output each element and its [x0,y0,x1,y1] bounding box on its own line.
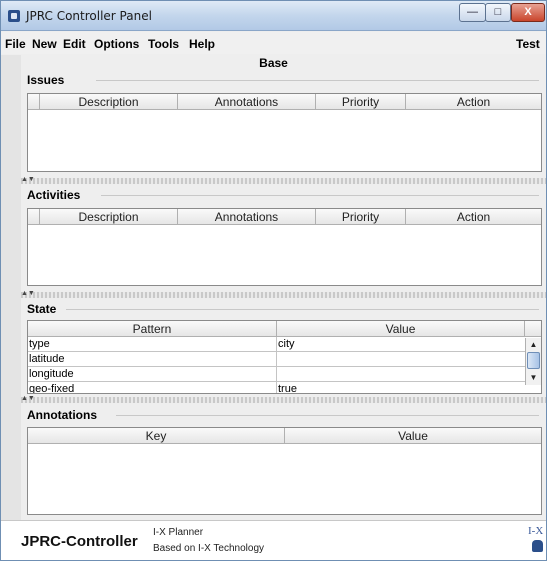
col-action[interactable]: Action [406,209,541,225]
maximize-button[interactable]: □ [485,3,511,22]
menu-tools[interactable]: Tools [148,37,179,51]
menu-help[interactable]: Help [189,37,215,51]
base-label: Base [259,56,288,70]
col-value[interactable]: Value [277,321,525,337]
cell-value[interactable] [277,367,525,382]
col-action[interactable]: Action [406,94,541,110]
left-strip [1,55,21,520]
table-row[interactable]: latitude [28,352,541,367]
activities-table[interactable]: Description Annotations Priority Action [27,208,542,286]
app-icon [8,10,20,22]
minimize-button[interactable]: — [459,3,486,22]
state-title: State [27,302,60,316]
col-key[interactable]: Key [28,428,285,444]
annotations-title: Annotations [27,408,100,422]
annotations-table[interactable]: Key Value [27,427,542,515]
cell-pattern[interactable]: type [28,337,277,352]
table-row[interactable]: geo-fixed true [28,382,541,393]
menu-test[interactable]: Test [516,37,540,51]
state-scrollbar[interactable]: ▲ ▼ [525,338,541,385]
menu-new[interactable]: New [32,37,57,51]
splitter-activities-state[interactable]: ▲▼ [21,290,546,298]
cell-value[interactable]: city [277,337,525,352]
issues-title: Issues [27,73,68,87]
col-description[interactable]: Description [40,94,178,110]
table-row[interactable]: longitude [28,367,541,382]
footer-based-on: Based on I-X Technology [153,543,265,554]
activities-title: Activities [27,188,84,202]
annotations-table-header: Key Value [28,428,541,444]
annotations-section: Annotations Key Value [21,408,543,518]
footer: JPRC-Controller I-X Planner Based on I-X… [1,520,546,560]
split-arrows-icon[interactable]: ▲▼ [21,290,35,298]
state-section: State Pattern Value type city latitude l… [21,302,543,394]
cell-pattern[interactable]: geo-fixed [28,382,277,393]
scroll-thumb[interactable] [527,352,540,369]
menu-options[interactable]: Options [94,37,139,51]
footer-planner: I-X Planner [153,527,204,538]
split-arrows-icon[interactable]: ▲▼ [21,176,35,184]
ix-logo-text: I-X [528,525,544,537]
col-value[interactable]: Value [285,428,541,444]
menu-file[interactable]: File [5,37,26,51]
issues-section: Issues Description Annotations Priority … [21,73,543,177]
col-annotations[interactable]: Annotations [178,209,316,225]
scroll-up-icon[interactable]: ▲ [527,339,540,351]
col-description[interactable]: Description [40,209,178,225]
controller-window: JPRC Controller Panel — □ X File New Edi… [0,0,547,561]
split-arrows-icon[interactable]: ▲▼ [21,395,35,403]
scroll-down-icon[interactable]: ▼ [527,372,540,384]
cell-pattern[interactable]: longitude [28,367,277,382]
ix-logo-icon [532,540,543,552]
cell-value[interactable] [277,352,525,367]
table-row[interactable]: type city [28,337,541,352]
col-annotations[interactable]: Annotations [178,94,316,110]
window-title: JPRC Controller Panel [26,9,152,23]
splitter-state-annotations[interactable]: ▲▼ [21,395,546,403]
activities-section: Activities Description Annotations Prior… [21,188,543,292]
col-pattern[interactable]: Pattern [28,321,277,337]
issues-table[interactable]: Description Annotations Priority Action [27,93,542,172]
title-bar[interactable]: JPRC Controller Panel — □ X [1,1,546,31]
footer-app-name: JPRC-Controller [21,533,138,550]
cell-value[interactable]: true [277,382,525,393]
cell-pattern[interactable]: latitude [28,352,277,367]
col-priority[interactable]: Priority [316,94,406,110]
col-priority[interactable]: Priority [316,209,406,225]
activities-table-header: Description Annotations Priority Action [28,209,541,225]
state-table-header: Pattern Value [28,321,541,337]
close-button[interactable]: X [511,3,545,22]
menu-edit[interactable]: Edit [63,37,86,51]
state-table[interactable]: Pattern Value type city latitude longitu… [27,320,542,394]
issues-table-header: Description Annotations Priority Action [28,94,541,110]
splitter-issues-activities[interactable]: ▲▼ [21,176,546,184]
menu-bar: File New Edit Options Tools Help Test [1,32,546,54]
